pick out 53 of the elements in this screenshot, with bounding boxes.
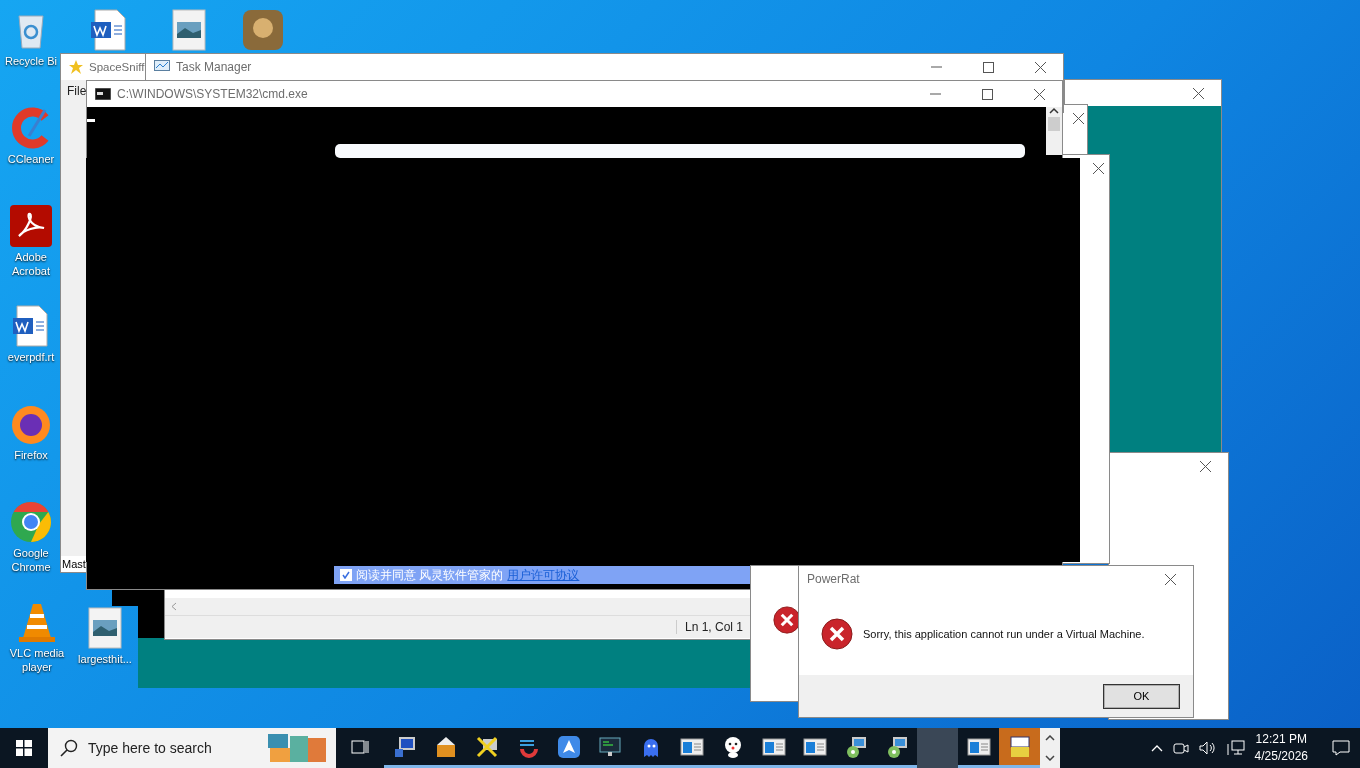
- license-text: 阅读并同意 风灵软件管家的: [356, 566, 504, 584]
- desktop-icon-label[interactable]: Firefox: [14, 448, 48, 462]
- desktop-icon-label[interactable]: Adobe Acrobat: [2, 250, 60, 278]
- ok-button[interactable]: OK: [1104, 684, 1179, 708]
- desktop-icon-label[interactable]: largesthit...: [78, 652, 132, 666]
- close-icon[interactable]: [1199, 460, 1211, 472]
- close-icon[interactable]: [1033, 88, 1045, 100]
- menu-item[interactable]: File: [67, 84, 87, 98]
- close-icon[interactable]: [1192, 87, 1204, 99]
- search-icon: [60, 739, 78, 757]
- close-icon[interactable]: [1034, 61, 1046, 73]
- chart-monitor-icon: [154, 60, 170, 74]
- checkbox[interactable]: [340, 569, 352, 581]
- window-title: C:\WINDOWS\SYSTEM32\cmd.exe: [117, 87, 309, 101]
- monitor-icon: [597, 734, 622, 759]
- window-title: SpaceSniff: [89, 61, 145, 73]
- close-icon[interactable]: [1092, 162, 1104, 174]
- windows-logo-icon: [16, 740, 32, 756]
- dialog-title: PowerRat: [807, 572, 861, 586]
- desktop-icon-label[interactable]: Recycle Bi: [5, 54, 57, 68]
- clock-date[interactable]: 4/25/2026: [1254, 748, 1308, 765]
- box-icon: [1007, 734, 1032, 759]
- acrobat-icon: [9, 204, 53, 248]
- desktop-icon-label[interactable]: CCleaner: [7, 152, 55, 166]
- chevron-up-icon[interactable]: [1045, 735, 1055, 741]
- task-view-icon[interactable]: [351, 738, 369, 755]
- close-icon[interactable]: [1164, 573, 1176, 585]
- close-icon[interactable]: [1072, 112, 1084, 124]
- camera-icon[interactable]: [1172, 741, 1189, 755]
- desktop-icon-label[interactable]: everpdf.rt: [7, 350, 55, 364]
- triangle-app-icon: [556, 734, 581, 759]
- console-icon: [95, 88, 111, 100]
- search-field[interactable]: Type here to search: [48, 728, 336, 768]
- error-icon: [821, 617, 853, 650]
- chevron-down-icon[interactable]: [1045, 755, 1055, 761]
- network-icon[interactable]: [1226, 740, 1245, 756]
- notification-icon[interactable]: [1332, 740, 1350, 756]
- scrollbar[interactable]: [1046, 107, 1062, 155]
- taskbar-app[interactable]: [999, 728, 1040, 768]
- computer-icon: [392, 734, 417, 759]
- clock-time[interactable]: 12:21 PM: [1255, 731, 1307, 748]
- error-message: Sorry, this application cannot run under a Virtual Machine.: [863, 627, 1145, 640]
- status-text: Mast: [62, 558, 86, 570]
- desktop-icon-label[interactable]: Google Chrome: [2, 546, 60, 574]
- desktop-icon-label[interactable]: VLC media player: [2, 646, 72, 674]
- volume-icon[interactable]: [1198, 741, 1217, 755]
- chevron-up-icon[interactable]: [1049, 107, 1059, 115]
- chrome-icon: [9, 500, 53, 544]
- maximize-icon[interactable]: [982, 61, 994, 73]
- maximize-icon[interactable]: [981, 88, 993, 100]
- license-link[interactable]: 用户许可协议: [507, 566, 580, 584]
- window-title: Task Manager: [176, 60, 253, 74]
- star-icon: [69, 60, 83, 74]
